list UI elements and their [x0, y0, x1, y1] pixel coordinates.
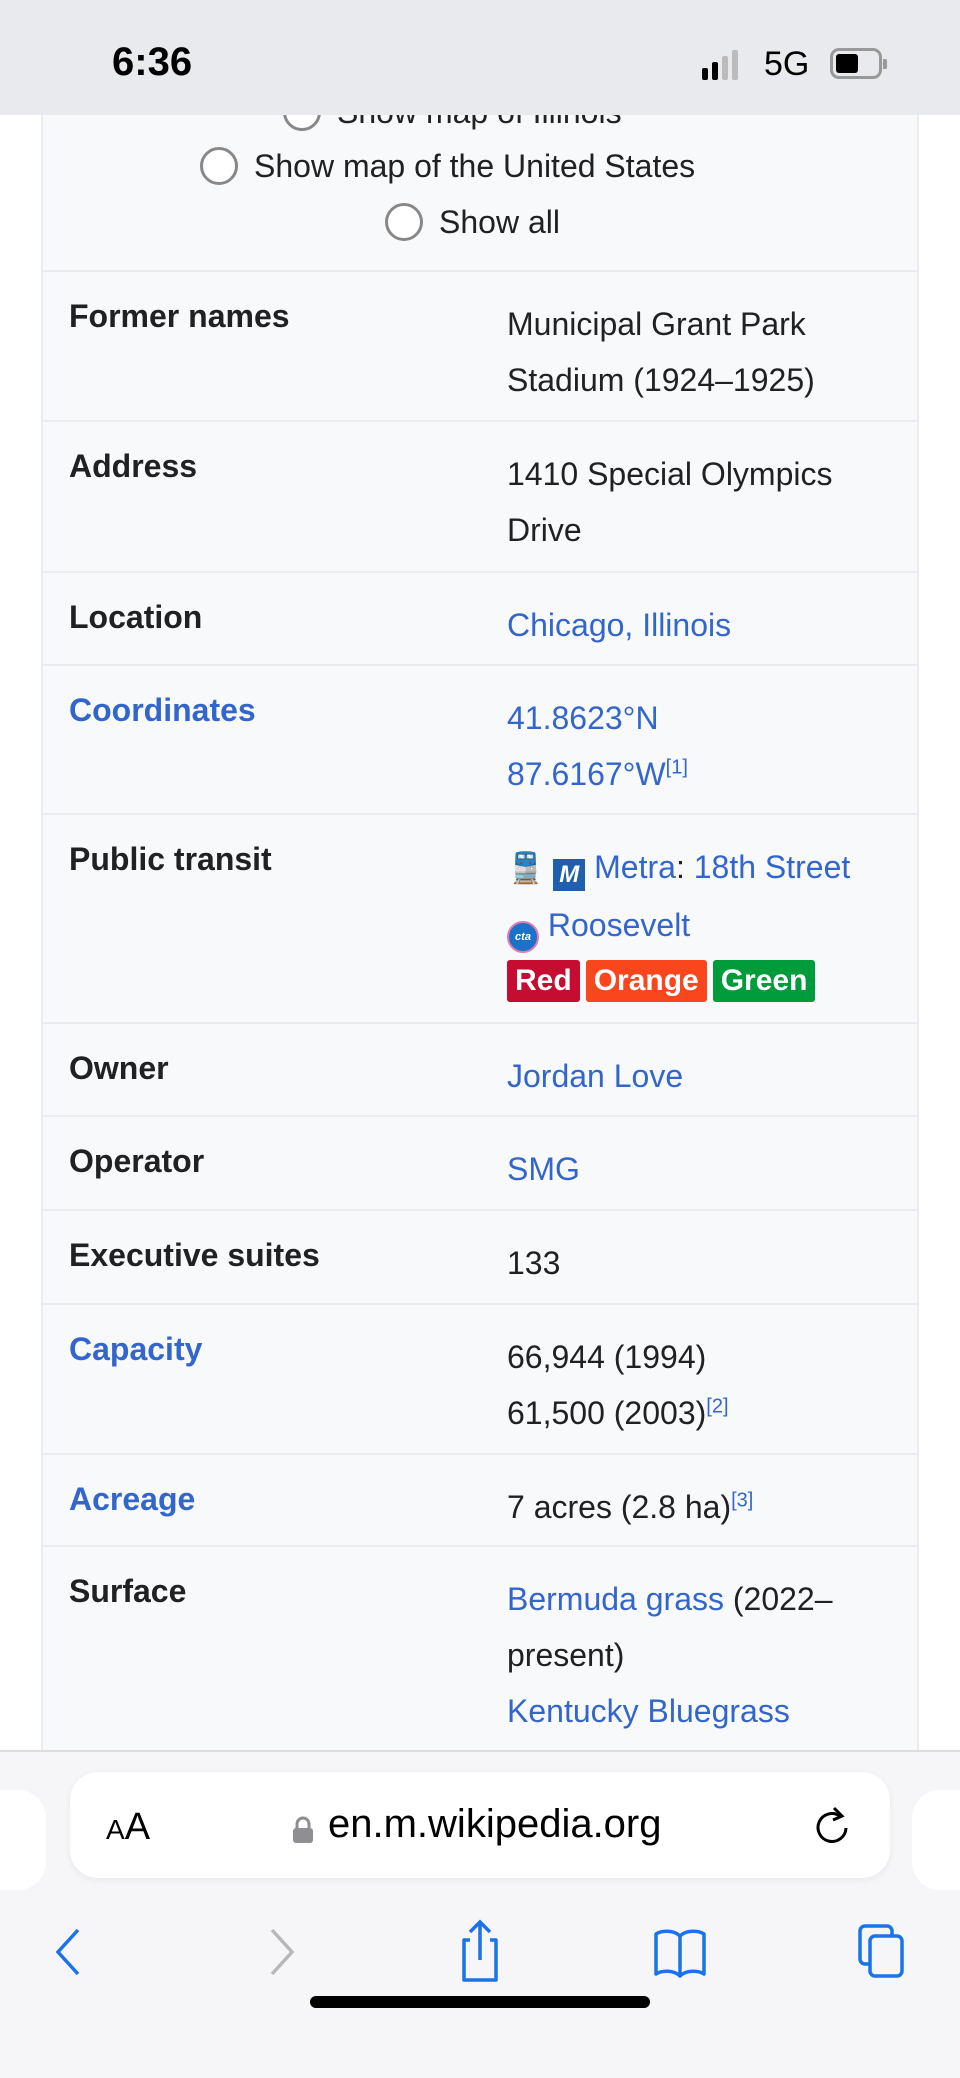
radio-icon	[283, 115, 321, 131]
row-address: Address 1410 Special Olympics Drive	[43, 422, 917, 573]
acreage-link[interactable]: Acreage	[69, 1481, 195, 1518]
metra-logo-icon: M	[553, 859, 586, 891]
coordinates-link[interactable]: Coordinates	[69, 692, 256, 729]
row-surface: Surface Bermuda grass (2022– present) Kent…	[43, 1547, 917, 1750]
map-selector: Show map of Illinois Show map of the Uni…	[43, 115, 917, 272]
owner-link[interactable]: Jordan Love	[507, 1058, 683, 1094]
latitude-link[interactable]: 41.8623°N	[507, 700, 659, 736]
row-owner: Owner Jordan Love	[43, 1024, 917, 1117]
label: Operator	[69, 1143, 205, 1179]
forward-icon[interactable]	[250, 1922, 310, 1982]
location-link[interactable]: Chicago, Illinois	[507, 607, 731, 643]
18th-street-link[interactable]: 18th Street	[694, 849, 851, 885]
ref-3[interactable]: [3]	[731, 1489, 753, 1511]
orange-line-badge[interactable]: Orange	[585, 960, 707, 1002]
value-line: Drive	[507, 512, 582, 548]
next-tab-peek[interactable]	[912, 1790, 960, 1890]
signal-icon	[702, 50, 738, 80]
label: Location	[69, 599, 203, 635]
capacity-link[interactable]: Capacity	[69, 1331, 202, 1368]
label: Public transit	[69, 841, 272, 877]
value-line: Stadium (1924–1925)	[507, 362, 815, 398]
value-line: Municipal Grant Park	[507, 306, 806, 342]
radio-icon	[385, 203, 423, 241]
text-size-button[interactable]: AA	[106, 1806, 150, 1849]
ref-1[interactable]: [1]	[666, 756, 688, 778]
radio-map-illinois[interactable]: Show map of Illinois	[283, 115, 622, 131]
bookmarks-icon[interactable]	[650, 1922, 710, 1982]
address-bar[interactable]: AA en.m.wikipedia.org	[70, 1772, 890, 1878]
value-line: 66,944 (1994)	[507, 1339, 707, 1375]
row-former-names: Former names Municipal Grant Park Stadium…	[43, 272, 917, 422]
infobox: Show map of Illinois Show map of the Uni…	[41, 115, 919, 1750]
value-line: 61,500 (2003)	[507, 1395, 707, 1431]
clock: 6:36	[112, 40, 193, 84]
value-line: 1410 Special Olympics	[507, 456, 833, 492]
lock-icon	[293, 1816, 313, 1843]
back-icon[interactable]	[40, 1922, 100, 1982]
value: 1410 Special Olympics Drive	[507, 446, 897, 558]
home-indicator[interactable]	[310, 1996, 650, 2008]
row-location: Location Chicago, Illinois	[43, 573, 917, 666]
safari-toolbar: AA en.m.wikipedia.org	[0, 1750, 960, 2078]
tabs-icon[interactable]	[856, 1922, 916, 1982]
train-icon: 🚆	[507, 852, 545, 885]
url-text: en.m.wikipedia.org	[328, 1802, 662, 1846]
row-executive-suites: Executive suites 133	[43, 1211, 917, 1305]
label: Address	[69, 448, 198, 484]
row-operator: Operator SMG	[43, 1117, 917, 1211]
radio-icon	[200, 147, 238, 185]
aa-small: A	[106, 1814, 125, 1845]
label: Surface	[69, 1573, 187, 1609]
ref-2[interactable]: [2]	[706, 1395, 728, 1417]
separator: :	[675, 849, 685, 885]
radio-map-us[interactable]: Show map of the United States	[200, 147, 695, 185]
radio-show-all[interactable]: Show all	[385, 203, 560, 241]
value-text: (2022–	[723, 1581, 833, 1617]
roosevelt-link[interactable]: Roosevelt	[548, 907, 690, 943]
value: 7 acres (2.8 ha)	[507, 1489, 732, 1525]
share-icon[interactable]	[450, 1918, 510, 1984]
value: 133	[507, 1245, 561, 1281]
longitude-link[interactable]: 87.6167°W	[507, 756, 666, 792]
row-capacity: Capacity 66,944 (1994) 61,500 (2003)[2]	[43, 1305, 917, 1455]
reload-icon[interactable]	[810, 1804, 854, 1848]
green-line-badge[interactable]: Green	[712, 960, 816, 1002]
previous-tab-peek[interactable]	[0, 1790, 46, 1890]
label: Former names	[69, 298, 290, 334]
value-text: present)	[507, 1637, 625, 1673]
row-public-transit: Public transit 🚆 M Metra: 18th Street ct…	[43, 815, 917, 1024]
row-acreage: Acreage 7 acres (2.8 ha)[3]	[43, 1455, 917, 1547]
aa-big: A	[124, 1806, 151, 1848]
operator-link[interactable]: SMG	[507, 1151, 580, 1187]
row-coordinates: Coordinates 41.8623°N 87.6167°W[1]	[43, 666, 917, 815]
kentucky-bluegrass-link[interactable]: Kentucky Bluegrass	[507, 1693, 790, 1729]
cta-logo-icon: cta	[507, 921, 539, 953]
value: Municipal Grant Park Stadium (1924–1925)	[507, 296, 897, 408]
battery-icon	[830, 48, 887, 79]
red-line-badge[interactable]: Red	[507, 960, 580, 1002]
bermuda-grass-link[interactable]: Bermuda grass	[507, 1581, 724, 1617]
label: Executive suites	[69, 1237, 320, 1273]
metra-link[interactable]: Metra	[594, 849, 676, 885]
status-bar: 6:36 5G	[0, 0, 960, 115]
label: Owner	[69, 1050, 169, 1086]
network-type: 5G	[764, 45, 810, 83]
